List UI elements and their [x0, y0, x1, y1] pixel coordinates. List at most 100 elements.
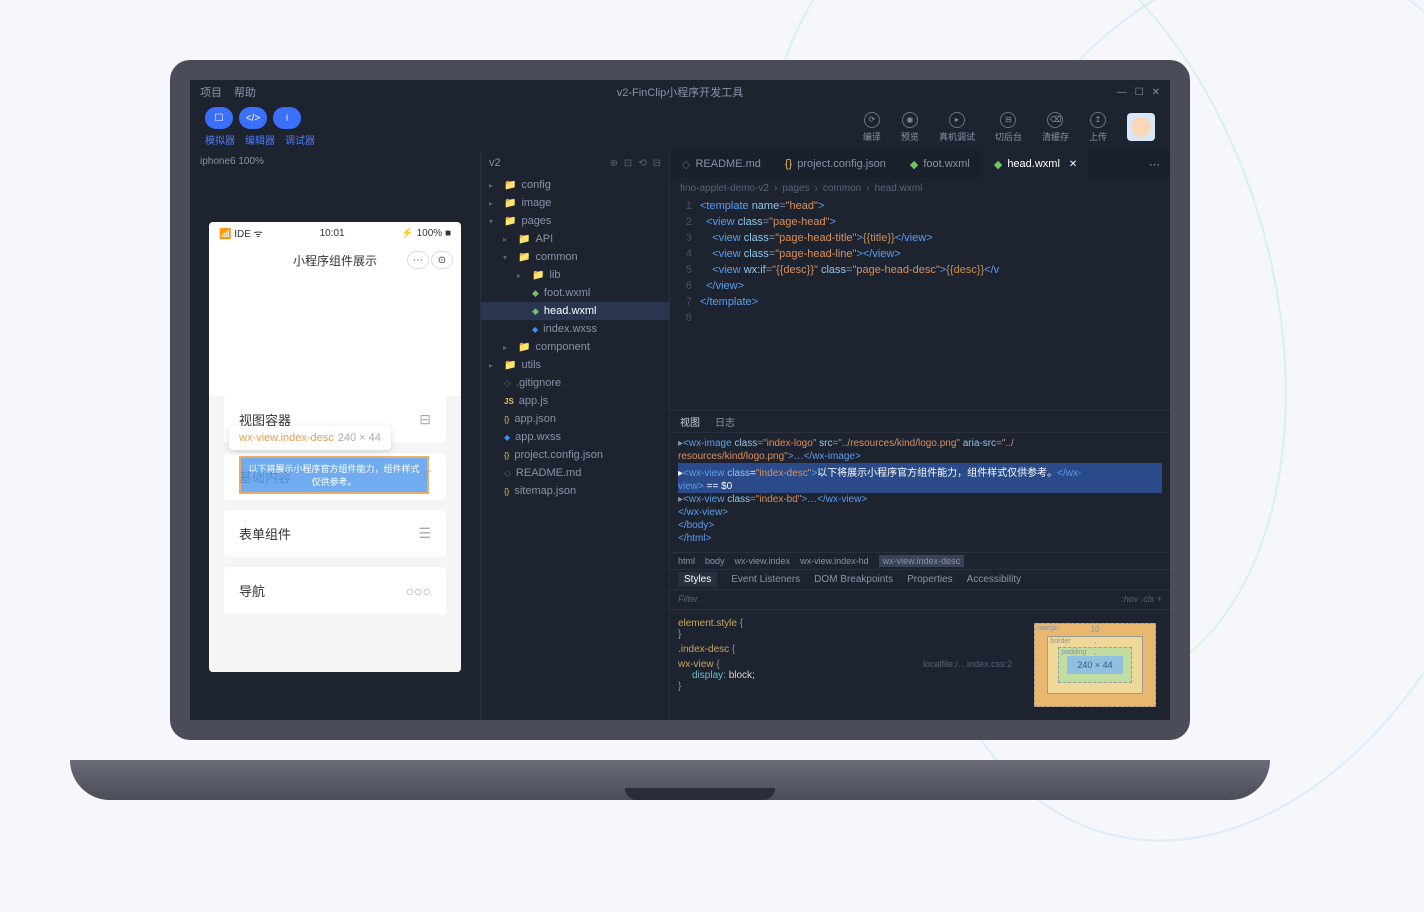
new-folder-icon[interactable]: ⊡ [624, 158, 632, 169]
menu-project[interactable]: 项目 [200, 84, 222, 100]
dom-crumb[interactable]: wx-view.index [735, 556, 791, 566]
breadcrumb-item[interactable]: head.wxml [875, 183, 923, 194]
toolbar-action[interactable]: ↥上传 [1089, 112, 1107, 143]
styles-filter-controls[interactable]: :hov .cls + [1121, 594, 1162, 604]
dom-node[interactable]: </body> [678, 519, 1162, 532]
list-item[interactable]: 表单组件☰ [224, 510, 446, 557]
tree-file[interactable]: ◆app.wxss [481, 428, 669, 446]
simulator-toggle[interactable]: ☐ [205, 107, 233, 129]
tree-file[interactable]: ◇.gitignore [481, 374, 669, 392]
list-item[interactable]: 导航○○○ [224, 567, 446, 614]
tree-folder[interactable]: ▾📁pages [481, 212, 669, 230]
devtools-tab-log[interactable]: 日志 [715, 414, 735, 429]
editor-toggle[interactable]: </> [239, 107, 267, 129]
chevron-icon: ▸ [489, 361, 499, 370]
breadcrumb-item[interactable]: fino-applet-demo-v2 [680, 183, 769, 194]
dom-node[interactable]: ▸<wx-view class="index-desc">以下将展示小程序官方组… [678, 463, 1162, 480]
tree-file[interactable]: ◆foot.wxml [481, 284, 669, 302]
tree-file[interactable]: JSapp.js [481, 392, 669, 410]
avatar[interactable] [1127, 113, 1155, 141]
minimize-icon[interactable]: — [1117, 87, 1127, 98]
styles-filter[interactable]: Filter [678, 594, 698, 604]
css-rule[interactable]: wx-view {localfile:/…index.css:2display:… [678, 659, 1012, 692]
tool-icon: ▸ [949, 112, 965, 128]
tree-folder[interactable]: ▸📁lib [481, 266, 669, 284]
phone-battery-icon: ⚡ 100% ■ [401, 228, 451, 239]
tree-file[interactable]: ◆head.wxml [481, 302, 669, 320]
dom-crumb[interactable]: body [705, 556, 725, 566]
tree-folder[interactable]: ▾📁common [481, 248, 669, 266]
tree-item-label: utils [521, 359, 541, 371]
phone-more-icon[interactable]: ⋯ [407, 251, 429, 269]
styles-tab[interactable]: DOM Breakpoints [814, 574, 893, 585]
toolbar-action[interactable]: ⊟切后台 [995, 112, 1022, 143]
toolbar-action[interactable]: ⟳编译 [863, 112, 881, 143]
editor-tab[interactable]: ◇README.md [670, 150, 773, 178]
tool-label: 上传 [1089, 130, 1107, 143]
dom-crumb[interactable]: wx-view.index-desc [879, 555, 965, 567]
close-icon[interactable]: ✕ [1152, 87, 1160, 98]
tab-label: head.wxml [1007, 158, 1060, 170]
dom-node[interactable]: </wx-view> [678, 506, 1162, 519]
collapse-icon[interactable]: ⊟ [653, 158, 661, 169]
menu-help[interactable]: 帮助 [234, 84, 256, 100]
refresh-icon[interactable]: ⟲ [638, 158, 646, 169]
close-icon[interactable]: ✕ [1069, 159, 1077, 170]
tree-file[interactable]: {}app.json [481, 410, 669, 428]
file-icon: ◆ [532, 306, 539, 317]
dom-node[interactable]: ▸<wx-view class="index-bd">…</wx-view> [678, 493, 1162, 506]
chevron-icon: ▸ [517, 271, 527, 280]
file-icon: {} [504, 451, 509, 460]
dom-node[interactable]: </html> [678, 532, 1162, 545]
styles-tab[interactable]: Event Listeners [731, 574, 800, 585]
debugger-toggle[interactable]: ⫮ [273, 107, 301, 129]
dom-crumb[interactable]: html [678, 556, 695, 566]
file-icon: ◇ [504, 468, 511, 479]
phone-close-icon[interactable]: ⊙ [431, 251, 453, 269]
folder-icon: 📁 [504, 216, 516, 227]
toolbar-action[interactable]: ▸ 真机调试 [939, 112, 975, 143]
tree-item-label: common [535, 251, 577, 263]
dom-crumb[interactable]: wx-view.index-hd [800, 556, 869, 566]
tree-item-label: foot.wxml [544, 287, 590, 299]
list-icon: ☰ [418, 525, 431, 542]
box-model: margin 10 border - padding - 240 × 4 [1020, 610, 1170, 721]
breadcrumb-item[interactable]: common [823, 183, 861, 194]
file-icon: {} [504, 487, 509, 496]
css-rule[interactable]: .index-desc {</span></div><div class="cs… [678, 644, 1012, 655]
tree-folder[interactable]: ▸📁utils [481, 356, 669, 374]
tree-folder[interactable]: ▸📁image [481, 194, 669, 212]
toolbar-action[interactable]: ◉预览 [901, 112, 919, 143]
inspect-highlight: 以下将展示小程序官方组件能力，组件样式仅供参考。 [239, 456, 429, 494]
tabs-more-icon[interactable]: ⋯ [1139, 158, 1170, 171]
editor-tab[interactable]: ◆foot.wxml [898, 150, 982, 178]
tree-file[interactable]: ◆index.wxss [481, 320, 669, 338]
styles-tab[interactable]: Styles [678, 572, 717, 587]
tool-label: 真机调试 [939, 130, 975, 143]
tool-label: 编译 [863, 130, 881, 143]
tree-folder[interactable]: ▸📁component [481, 338, 669, 356]
tree-file[interactable]: {}sitemap.json [481, 482, 669, 500]
tree-folder[interactable]: ▸📁config [481, 176, 669, 194]
tree-item-label: API [535, 233, 553, 245]
inspect-tooltip: wx-view.index-desc 240 × 44 [229, 426, 391, 450]
devtools-tab-view[interactable]: 视图 [680, 414, 700, 429]
tree-folder[interactable]: ▸📁API [481, 230, 669, 248]
tree-file[interactable]: {}project.config.json [481, 446, 669, 464]
toolbar-action[interactable]: ⌫清缓存 [1042, 112, 1069, 143]
dom-node[interactable]: ▸<wx-image class="index-logo" src="../re… [678, 437, 1162, 450]
maximize-icon[interactable]: ☐ [1135, 87, 1144, 98]
styles-tab[interactable]: Properties [907, 574, 953, 585]
laptop-notch [625, 788, 775, 800]
styles-tab[interactable]: Accessibility [967, 574, 1021, 585]
tree-file[interactable]: ◇README.md [481, 464, 669, 482]
css-rule[interactable]: element.style {} [678, 618, 1012, 640]
tab-label: foot.wxml [923, 158, 969, 170]
breadcrumb-item[interactable]: pages [782, 183, 809, 194]
editor-tab[interactable]: ◆head.wxml✕ [982, 150, 1089, 178]
phone-simulator[interactable]: 📶 IDE ᯤ 10:01 ⚡ 100% ■ 小程序组件展示 ⋯ ⊙ [209, 222, 461, 672]
dom-node[interactable]: view> == $0 [678, 480, 1162, 493]
dom-node[interactable]: resources/kind/logo.png">…</wx-image> [678, 450, 1162, 463]
editor-tab[interactable]: {}project.config.json [773, 150, 898, 178]
new-file-icon[interactable]: ⊕ [609, 158, 617, 169]
